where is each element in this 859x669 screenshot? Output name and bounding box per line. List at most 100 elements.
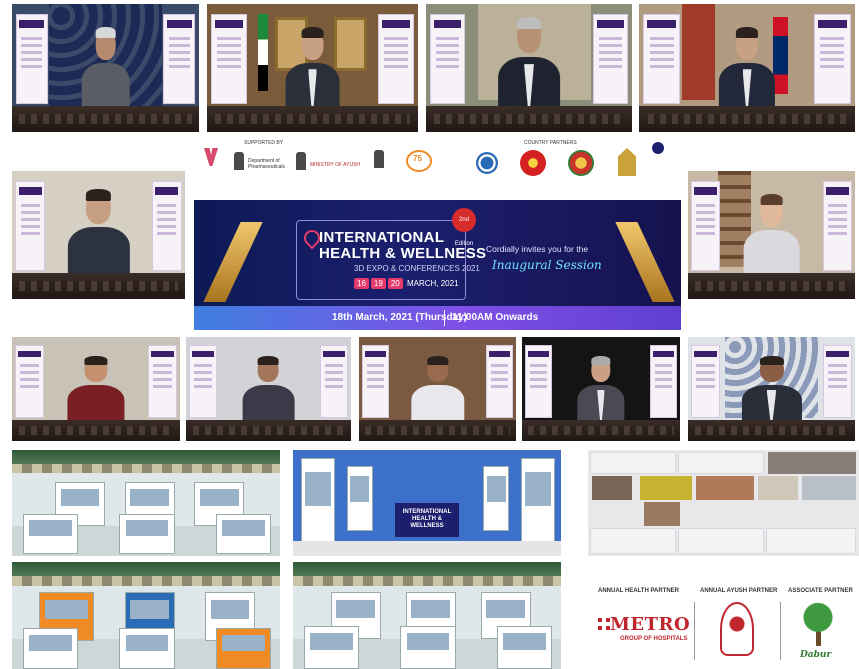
invitation-banner: INTERNATIONAL HEALTH & WELLNESS 2nd Edit… bbox=[194, 200, 681, 330]
hall-ceiling bbox=[12, 562, 280, 586]
speaker-person bbox=[67, 355, 125, 423]
video-tile-speaker-8[interactable] bbox=[186, 337, 351, 441]
flag-icon bbox=[257, 14, 269, 92]
participant-video[interactable] bbox=[592, 476, 632, 500]
event-standee-right bbox=[152, 181, 182, 271]
video-tile-speaker-1[interactable] bbox=[12, 4, 199, 132]
participant-video[interactable] bbox=[696, 476, 754, 500]
country-emblem-icon bbox=[618, 148, 636, 176]
event-standee-right bbox=[319, 345, 348, 419]
expo-booth[interactable] bbox=[22, 513, 79, 554]
event-standee-left bbox=[691, 345, 720, 419]
participant-video[interactable] bbox=[640, 476, 692, 500]
laos-emblem-icon bbox=[568, 150, 594, 176]
logo-strip: SUPPORTED BY Department of Pharmaceutica… bbox=[194, 140, 681, 196]
expo-standee bbox=[520, 458, 555, 546]
expo-booth[interactable] bbox=[496, 626, 553, 669]
expo-booth[interactable] bbox=[215, 628, 272, 669]
country-emblem-icon bbox=[476, 152, 498, 174]
virtual-expo-hall-2[interactable] bbox=[12, 562, 280, 669]
date-chip: 20 bbox=[387, 278, 403, 289]
expo-banner-line1: INTERNATIONAL bbox=[402, 509, 452, 515]
metro-logo: METRO bbox=[610, 614, 691, 635]
speaker-person bbox=[743, 194, 800, 276]
participant-video[interactable] bbox=[644, 502, 680, 526]
event-standee-right bbox=[823, 181, 852, 271]
hall-ceiling bbox=[293, 562, 561, 586]
date-chip: 16 bbox=[354, 278, 369, 289]
associate-partner-label: ASSOCIATE PARTNER bbox=[788, 588, 853, 594]
gallery-cell bbox=[678, 452, 764, 474]
event-logo-icon bbox=[652, 142, 664, 154]
ministry-ayush-label: MINISTRY OF AYUSH bbox=[310, 162, 361, 168]
video-tile-speaker-10[interactable] bbox=[522, 337, 680, 441]
video-tile-speaker-4[interactable] bbox=[639, 4, 855, 132]
dates-suffix: MARCH, 2021 bbox=[406, 279, 459, 288]
edition-badge: 2nd Edition bbox=[452, 208, 476, 247]
supported-by-label: SUPPORTED BY bbox=[244, 140, 284, 146]
virtual-expo-hall-3[interactable] bbox=[293, 562, 561, 669]
event-standee-right bbox=[486, 345, 513, 419]
speaker-person bbox=[498, 16, 560, 109]
health-partner-label: ANNUAL HEALTH PARTNER bbox=[598, 588, 679, 594]
vietnam-emblem-icon bbox=[520, 150, 546, 176]
expo-standee bbox=[301, 458, 336, 546]
gallery-cell bbox=[590, 452, 676, 474]
expo-booth[interactable] bbox=[303, 626, 360, 669]
video-call-gallery[interactable] bbox=[588, 450, 859, 556]
banner-subtitle: 3D EXPO & CONFERENCES 2021 bbox=[354, 264, 480, 273]
speaker-person bbox=[81, 27, 130, 109]
emblem-icon bbox=[374, 150, 384, 168]
video-tile-speaker-6[interactable] bbox=[688, 171, 855, 299]
virtual-stage bbox=[12, 273, 185, 299]
virtual-stage bbox=[639, 106, 855, 132]
speaker-person bbox=[410, 355, 465, 423]
virtual-expo-stage[interactable]: INTERNATIONAL HEALTH & WELLNESS bbox=[293, 450, 561, 556]
video-tile-speaker-2[interactable] bbox=[207, 4, 418, 132]
event-standee-left bbox=[691, 181, 720, 271]
expo-standee bbox=[483, 465, 510, 532]
video-tile-speaker-5[interactable] bbox=[12, 171, 185, 299]
participant-video[interactable] bbox=[802, 476, 856, 500]
ayush-partner-emblem-icon bbox=[720, 602, 754, 656]
expo-booth[interactable] bbox=[400, 626, 456, 669]
video-tile-speaker-3[interactable] bbox=[426, 4, 632, 132]
video-tile-speaker-9[interactable] bbox=[359, 337, 516, 441]
partners-panel: ANNUAL HEALTH PARTNER ANNUAL AYUSH PARTN… bbox=[590, 562, 859, 669]
stage-screen: INTERNATIONAL HEALTH & WELLNESS bbox=[394, 503, 460, 537]
banner-dates: 16 19 20 MARCH, 2021 bbox=[354, 278, 459, 289]
azadi-number: 75 bbox=[413, 154, 422, 163]
metro-subtitle: GROUP OF HOSPITALS bbox=[620, 636, 688, 642]
virtual-stage bbox=[688, 273, 855, 299]
virtual-expo-hall-1[interactable] bbox=[12, 450, 280, 556]
expo-booth[interactable] bbox=[119, 513, 175, 554]
event-standee-right bbox=[813, 14, 851, 104]
event-standee-right bbox=[163, 14, 196, 104]
dabur-tree-icon bbox=[802, 602, 834, 646]
curtain bbox=[682, 4, 715, 100]
divider bbox=[780, 602, 781, 660]
event-standee-left bbox=[15, 345, 44, 419]
expo-booth[interactable] bbox=[119, 628, 175, 669]
event-standee-left bbox=[211, 14, 248, 104]
gold-ribbon-left bbox=[203, 222, 263, 302]
expo-booth[interactable] bbox=[22, 628, 79, 669]
flag-icon bbox=[772, 16, 789, 94]
virtual-stage bbox=[426, 106, 632, 132]
video-tile-speaker-11[interactable] bbox=[688, 337, 855, 441]
event-time: 11:00AM Onwards bbox=[452, 312, 539, 323]
event-standee-left bbox=[430, 14, 466, 104]
event-standee-left bbox=[525, 345, 553, 419]
virtual-stage bbox=[688, 420, 855, 441]
ihw-logo-icon bbox=[204, 148, 218, 166]
video-tile-speaker-7[interactable] bbox=[12, 337, 180, 441]
speaker-person bbox=[741, 355, 802, 423]
date-chip: 19 bbox=[370, 278, 386, 289]
participant-video[interactable] bbox=[758, 476, 798, 500]
speaker-person bbox=[577, 355, 625, 423]
speaker-person bbox=[285, 27, 340, 109]
expo-booth[interactable] bbox=[215, 513, 272, 554]
participant-video[interactable] bbox=[768, 452, 856, 474]
gold-ribbon-right bbox=[615, 222, 675, 302]
event-standee-left bbox=[15, 181, 45, 271]
